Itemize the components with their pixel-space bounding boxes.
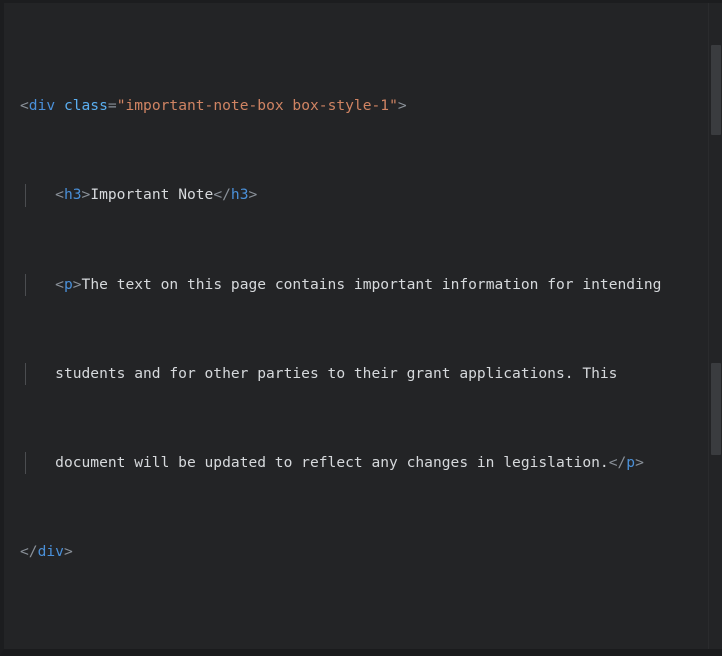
code-content[interactable]: <div class="important-note-box box-style… [20, 6, 722, 656]
scrollbar-marker-lower[interactable] [711, 363, 721, 455]
angle-bracket-open: < [55, 186, 64, 203]
paragraph-text-line-1: The text on this page contains important… [82, 276, 662, 293]
tag-name-h3: h3 [64, 186, 82, 203]
angle-bracket-open: < [20, 97, 29, 114]
quote-close: " [389, 97, 398, 114]
paragraph-text-line-2: students and for other parties to their … [55, 365, 617, 382]
paragraph-text-line-3: document will be updated to reflect any … [55, 454, 609, 471]
code-line: <p>The text on this page contains import… [20, 274, 722, 296]
attribute-name-class: class [64, 97, 108, 114]
angle-bracket-close: > [64, 543, 73, 560]
code-line: </div> [20, 541, 722, 563]
angle-bracket-close: > [249, 186, 258, 203]
code-line: document will be updated to reflect any … [20, 452, 722, 474]
vertical-scrollbar[interactable] [709, 3, 722, 649]
space [55, 97, 64, 114]
closing-angle-bracket-open: </ [213, 186, 231, 203]
code-line: students and for other parties to their … [20, 363, 722, 385]
tag-name-div: div [29, 97, 55, 114]
equals-sign: = [108, 97, 117, 114]
angle-bracket-close: > [398, 97, 407, 114]
tag-name-p: p [626, 454, 635, 471]
class-value: important-note-box box-style-1 [125, 97, 389, 114]
angle-bracket-close: > [82, 186, 91, 203]
blank-line [20, 630, 722, 652]
angle-bracket-close: > [635, 454, 644, 471]
heading-text: Important Note [90, 186, 213, 203]
tag-name-div: div [38, 543, 64, 560]
closing-angle-bracket-open: </ [20, 543, 38, 560]
angle-bracket-open: < [55, 276, 64, 293]
code-line: <h3>Important Note</h3> [20, 184, 722, 206]
scrollbar-marker-upper[interactable] [711, 45, 721, 135]
tag-name-h3: h3 [231, 186, 249, 203]
code-line: <div class= "important-note-box box-style… [20, 95, 722, 117]
angle-bracket-close: > [73, 276, 82, 293]
code-editor-pane: <div class="important-note-box box-style… [0, 0, 722, 656]
closing-angle-bracket-open: </ [609, 454, 627, 471]
tag-name-p: p [64, 276, 73, 293]
